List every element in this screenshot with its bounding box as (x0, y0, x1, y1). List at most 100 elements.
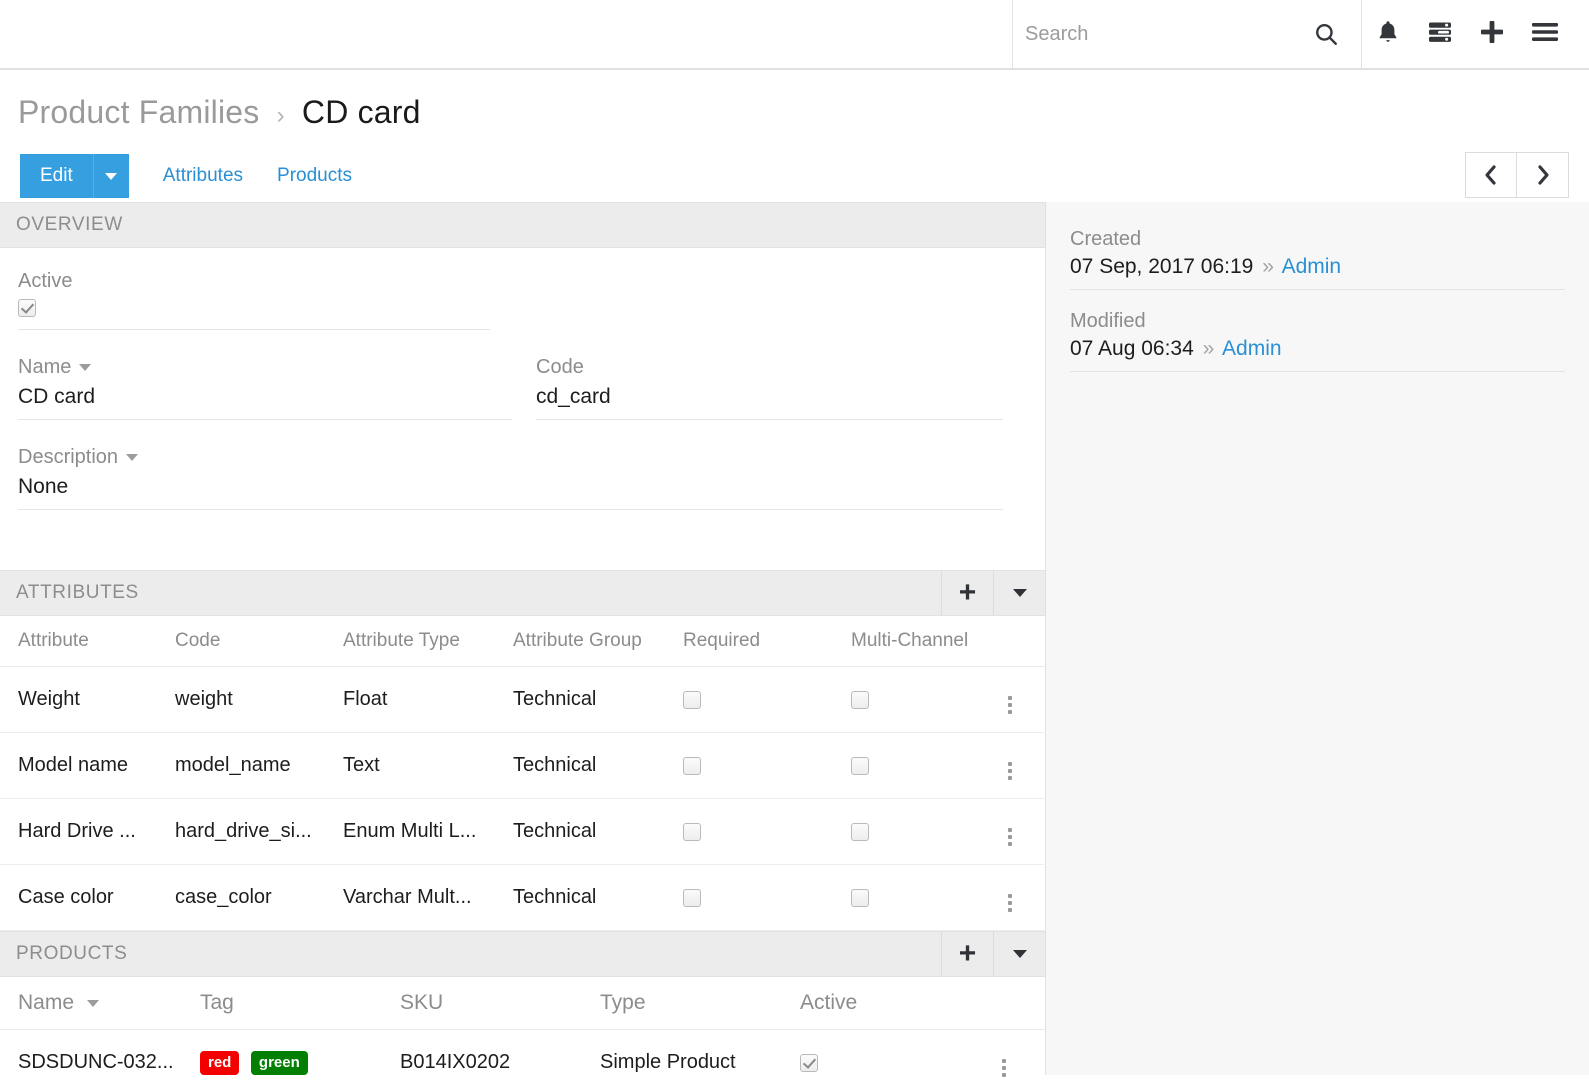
row-menu-icon[interactable] (1006, 760, 1014, 782)
table-row[interactable]: Model name model_name Text Technical (0, 732, 1046, 799)
required-checkbox[interactable] (683, 822, 701, 841)
products-col-active[interactable]: Active (800, 977, 1000, 1030)
product-active-cell (800, 1029, 1000, 1086)
create-new-button[interactable] (1466, 0, 1518, 68)
product-active-checkbox[interactable] (800, 1053, 818, 1072)
notifications-button[interactable] (1362, 0, 1414, 68)
global-search[interactable] (1013, 0, 1362, 68)
search-input[interactable] (1021, 21, 1305, 47)
attribute-group-link[interactable]: Technical (513, 798, 683, 865)
description-value[interactable]: None (18, 475, 1003, 511)
row-menu-icon[interactable] (1006, 826, 1014, 848)
hamburger-menu-icon (1530, 20, 1560, 49)
active-label: Active (18, 270, 73, 292)
attributes-panel-title: ATTRIBUTES (16, 582, 139, 603)
chevron-right-icon (1537, 165, 1549, 185)
top-bar-icons (1362, 0, 1578, 68)
tasks-button[interactable] (1414, 0, 1466, 68)
description-field-row: Description None (18, 446, 1023, 511)
chevron-down-icon (1012, 950, 1027, 958)
main-column: OVERVIEW Active Name CD card Code cd_car… (0, 202, 1046, 1086)
main-menu-button[interactable] (1518, 0, 1572, 68)
attribute-required-cell (683, 732, 851, 799)
attribute-group-link[interactable]: Technical (513, 864, 683, 931)
edit-button-group: Edit (20, 154, 129, 198)
name-field: Name CD card (18, 356, 536, 421)
overview-panel-title: OVERVIEW (16, 214, 123, 235)
bell-icon (1376, 19, 1400, 50)
code-field: Code cd_card (536, 356, 1023, 421)
breadcrumb-separator: › (276, 102, 285, 129)
row-menu-icon[interactable] (1006, 892, 1014, 914)
multi-channel-checkbox[interactable] (851, 822, 869, 841)
chevron-down-icon[interactable] (126, 454, 139, 462)
breadcrumb-parent[interactable]: Product Families (18, 94, 260, 130)
products-options-button[interactable] (993, 932, 1045, 976)
required-checkbox[interactable] (683, 756, 701, 775)
attribute-group-link[interactable]: Technical (513, 732, 683, 799)
row-actions-cell (1006, 798, 1046, 865)
tag-badge-red[interactable]: red (200, 1051, 240, 1075)
top-bar-left-space (0, 0, 1013, 68)
created-user-link[interactable]: Admin (1282, 255, 1342, 278)
add-product-button[interactable]: + (941, 932, 993, 976)
row-actions-cell (1006, 864, 1046, 931)
table-row[interactable]: SDSDUNC-032... red green B014IX0202 Simp… (0, 1029, 1046, 1086)
next-record-button[interactable] (1517, 152, 1569, 198)
modified-user-link[interactable]: Admin (1222, 337, 1282, 360)
attribute-type: Text (343, 732, 513, 799)
products-table-body: SDSDUNC-032... red green B014IX0202 Simp… (0, 1029, 1046, 1086)
attributes-col-attribute: Attribute (0, 616, 175, 667)
edit-dropdown-button[interactable] (92, 154, 129, 198)
tab-products[interactable]: Products (277, 165, 352, 187)
attribute-required-cell (683, 798, 851, 865)
active-field: Active (18, 270, 514, 331)
row-menu-icon[interactable] (1006, 694, 1014, 716)
attribute-name-link[interactable]: Model name (0, 732, 175, 799)
name-label: Name (18, 356, 512, 379)
plus-icon: + (958, 937, 977, 970)
attribute-name-link[interactable]: Case color (0, 864, 175, 931)
products-col-sku[interactable]: SKU (400, 977, 600, 1030)
attribute-group-link[interactable]: Technical (513, 666, 683, 733)
attribute-code: hard_drive_si... (175, 798, 343, 865)
code-value[interactable]: cd_card (536, 385, 1003, 421)
attributes-options-button[interactable] (993, 571, 1045, 615)
products-col-name[interactable]: Name (0, 977, 200, 1030)
top-bar (0, 0, 1589, 70)
attributes-table-header-row: Attribute Code Attribute Type Attribute … (0, 616, 1046, 667)
attribute-required-cell (683, 666, 851, 733)
multi-channel-checkbox[interactable] (851, 690, 869, 709)
active-checkbox[interactable] (18, 299, 36, 317)
row-menu-icon[interactable] (1000, 1057, 1008, 1079)
attribute-name-link[interactable]: Weight (0, 666, 175, 733)
search-icon[interactable] (1305, 21, 1347, 47)
name-value[interactable]: CD card (18, 385, 512, 421)
created-label: Created (1070, 228, 1142, 250)
required-checkbox[interactable] (683, 690, 701, 709)
attribute-multichannel-cell (851, 798, 1006, 865)
products-col-tag[interactable]: Tag (200, 977, 400, 1030)
required-checkbox[interactable] (683, 888, 701, 907)
created-value: 07 Sep, 2017 06:19 » Admin (1070, 255, 1565, 290)
product-tags-cell: red green (200, 1029, 400, 1086)
table-row[interactable]: Hard Drive ... hard_drive_si... Enum Mul… (0, 798, 1046, 865)
multi-channel-checkbox[interactable] (851, 756, 869, 775)
table-row[interactable]: Case color case_color Varchar Mult... Te… (0, 864, 1046, 931)
tab-attributes[interactable]: Attributes (163, 165, 243, 187)
products-col-type[interactable]: Type (600, 977, 800, 1030)
attribute-type: Varchar Mult... (343, 864, 513, 931)
edit-button[interactable]: Edit (20, 154, 93, 198)
products-panel-actions: + (941, 932, 1045, 976)
product-name-link[interactable]: SDSDUNC-032... (0, 1029, 200, 1086)
previous-record-button[interactable] (1465, 152, 1517, 198)
tag-badge-green[interactable]: green (250, 1051, 308, 1075)
attribute-name-link[interactable]: Hard Drive ... (0, 798, 175, 865)
attribute-multichannel-cell (851, 666, 1006, 733)
multi-channel-checkbox[interactable] (851, 888, 869, 907)
product-sku: B014IX0202 (400, 1029, 600, 1086)
table-row[interactable]: Weight weight Float Technical (0, 666, 1046, 733)
created-block: Created 07 Sep, 2017 06:19 » Admin (1070, 228, 1565, 290)
chevron-down-icon[interactable] (79, 364, 92, 372)
add-attribute-button[interactable]: + (941, 571, 993, 615)
